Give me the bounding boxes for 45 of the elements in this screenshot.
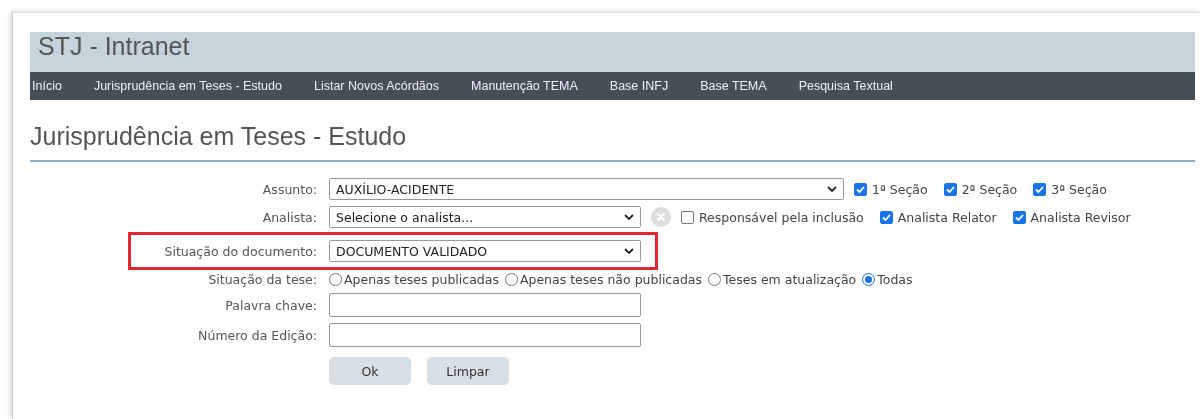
checkbox[interactable] bbox=[1033, 182, 1047, 196]
radio-button[interactable] bbox=[862, 273, 876, 286]
nav-link[interactable]: Pesquisa Textual bbox=[796, 79, 907, 93]
checkbox-label: 2ª Seção bbox=[961, 181, 1018, 197]
checkbox-label: Responsável pela inclusão bbox=[699, 209, 864, 225]
nav-link[interactable]: Início bbox=[30, 79, 76, 93]
checkbox-label: 3ª Seção bbox=[1051, 181, 1107, 197]
field-label: Assunto: bbox=[261, 181, 317, 197]
nav-link[interactable]: Base TEMA bbox=[698, 79, 781, 93]
radio-button[interactable] bbox=[504, 273, 518, 286]
edition-number-field[interactable] bbox=[329, 323, 641, 347]
radio-label: Apenas teses publicadas bbox=[344, 272, 499, 287]
field-label: Situação do documento: bbox=[163, 243, 317, 259]
field-label: Situação da tese: bbox=[207, 272, 317, 287]
page-title: Jurisprudência em Teses - Estudo bbox=[30, 122, 1195, 162]
checkbox-label: Analista Revisor bbox=[1030, 209, 1131, 225]
field-label: Palavra chave: bbox=[224, 297, 317, 313]
radio-label: Apenas teses não publicadas bbox=[519, 272, 702, 287]
nav-link[interactable]: Manutenção TEMA bbox=[469, 79, 592, 93]
checkbox-label: 1ª Seção bbox=[872, 181, 928, 197]
keyword-field[interactable] bbox=[329, 293, 641, 317]
caret-icon bbox=[624, 214, 634, 220]
radio-button[interactable] bbox=[329, 273, 342, 286]
checkbox-label: Analista Relator bbox=[897, 209, 997, 225]
checkbox[interactable] bbox=[681, 210, 694, 224]
field-label: Analista: bbox=[261, 209, 317, 225]
subject-select[interactable]: AUXÍLIO-ACIDENTE bbox=[329, 178, 844, 200]
analyst-select[interactable]: Selecione o analista... bbox=[329, 206, 641, 228]
checkbox[interactable] bbox=[1012, 210, 1026, 224]
form-button[interactable]: Ok bbox=[329, 357, 411, 385]
nav-link[interactable]: Listar Novos Acórdãos bbox=[311, 79, 453, 93]
checkbox[interactable] bbox=[943, 182, 957, 196]
nav-link[interactable]: Base INFJ bbox=[607, 79, 683, 93]
nav-link[interactable]: Jurisprudência em Teses - Estudo bbox=[91, 79, 296, 93]
checkbox[interactable] bbox=[854, 182, 867, 196]
caret-icon bbox=[827, 186, 837, 192]
radio-button[interactable] bbox=[708, 273, 721, 286]
radio-label: Teses em atualização bbox=[723, 272, 857, 287]
caret-icon bbox=[624, 248, 634, 254]
app-title: STJ - Intranet bbox=[38, 32, 190, 60]
radio-label: Todas bbox=[877, 272, 913, 287]
document-status-select[interactable]: DOCUMENTO VALIDADO bbox=[329, 240, 641, 262]
checkbox[interactable] bbox=[879, 210, 893, 224]
field-label: Número da Edição: bbox=[197, 327, 317, 343]
form-button[interactable]: Limpar bbox=[427, 357, 509, 385]
